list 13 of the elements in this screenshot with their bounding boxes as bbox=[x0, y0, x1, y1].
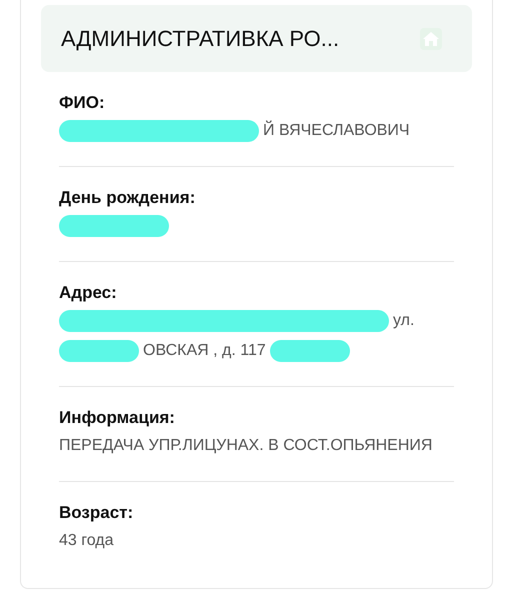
field-label: ФИО: bbox=[59, 92, 106, 114]
field-value: ОВСКАЯ , д. 117 bbox=[143, 341, 266, 361]
field-label: Информация: bbox=[59, 407, 176, 429]
field-value: ул. bbox=[393, 311, 414, 331]
field-label: Возраст: bbox=[59, 502, 134, 524]
field-label: Адрес: bbox=[59, 282, 118, 304]
field-value: ПЕРЕДАЧА УПР.ЛИЦУНАХ. В СОСТ.ОПЬЯНЕНИЯ bbox=[59, 436, 432, 456]
field-value: 43 года bbox=[59, 531, 114, 551]
field-value: Й ВЯЧЕСЛАВОВИЧ bbox=[263, 120, 410, 141]
home-icon bbox=[423, 32, 439, 46]
header-title: АДМИНИСТРАТИВКА РО... bbox=[61, 25, 340, 53]
field-label: День рождения: bbox=[59, 187, 196, 209]
home-button[interactable] bbox=[420, 28, 442, 50]
